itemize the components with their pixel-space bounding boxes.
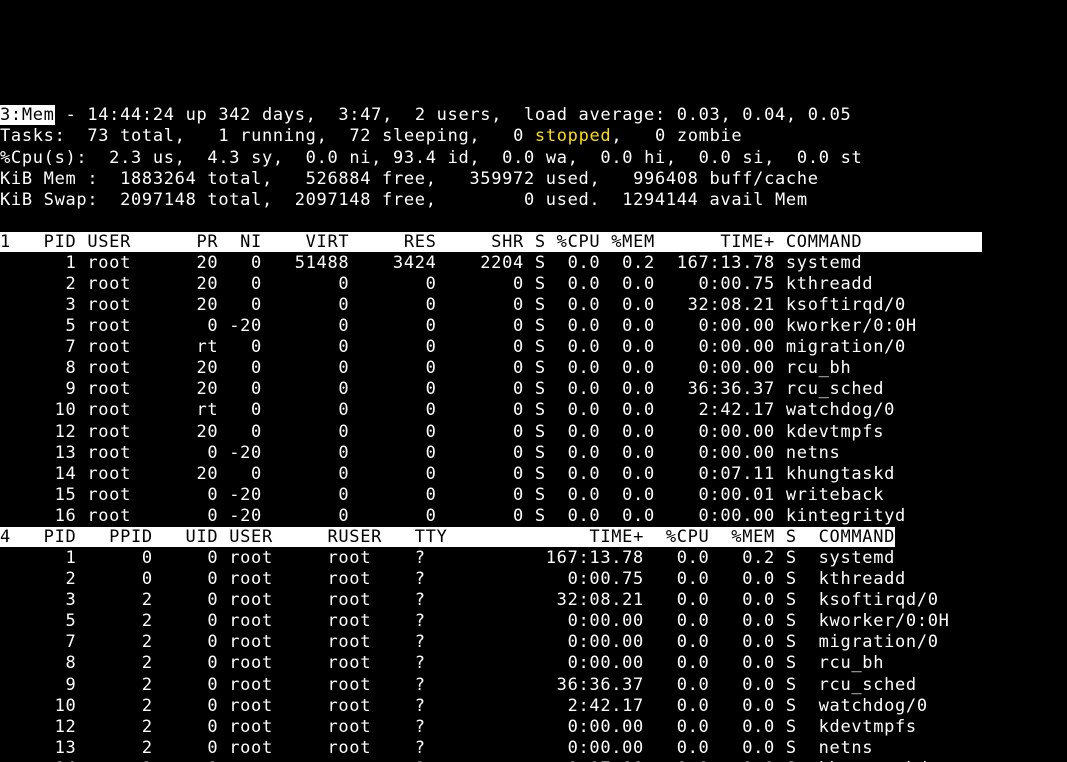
cpu-ni: 0.0	[306, 148, 339, 168]
stopped-label: stopped	[535, 126, 611, 146]
pane4-row[interactable]: 8 2 0 root root ? 0:00.00 0.0 0.0 S rcu_…	[0, 653, 1067, 674]
pane4-row[interactable]: 1 0 0 root root ? 167:13.78 0.0 0.2 S sy…	[0, 548, 1067, 569]
pane1-row[interactable]: 10 root rt 0 0 0 0 S 0.0 0.0 2:42.17 wat…	[0, 400, 1067, 421]
tasks-sleeping: 72	[349, 126, 371, 146]
cpu-st: 0.0	[797, 148, 830, 168]
uptime-days: 342 days, 3:47	[218, 105, 382, 125]
pane1-columns: PID USER PR NI VIRT RES SHR S %CPU %MEM …	[11, 232, 982, 252]
summary-mem-line: KiB Mem : 1883264 total, 526884 free, 35…	[0, 169, 1067, 190]
pane4-row[interactable]: 3 2 0 root root ? 32:08.21 0.0 0.0 S kso…	[0, 590, 1067, 611]
swap-total: 2097148	[120, 190, 196, 210]
summary-uptime-line: 3:Mem - 14:44:24 up 342 days, 3:47, 2 us…	[0, 105, 1067, 126]
cpu-si: 0.0	[699, 148, 732, 168]
pane4-row[interactable]: 9 2 0 root root ? 36:36.37 0.0 0.0 S rcu…	[0, 675, 1067, 696]
uptime-users: 2 users	[415, 105, 491, 125]
pane4-row[interactable]: 2 0 0 root root ? 0:00.75 0.0 0.0 S kthr…	[0, 569, 1067, 590]
mem-total: 1883264	[120, 169, 196, 189]
summary-swap-line: KiB Swap: 2097148 total, 2097148 free, 0…	[0, 190, 1067, 211]
cpu-wa: 0.0	[502, 148, 535, 168]
swap-avail: 1294144	[622, 190, 698, 210]
pane4-row[interactable]: 5 2 0 root root ? 0:00.00 0.0 0.0 S kwor…	[0, 611, 1067, 632]
pane1-row[interactable]: 8 root 20 0 0 0 0 S 0.0 0.0 0:00.00 rcu_…	[0, 358, 1067, 379]
pane1-row[interactable]: 2 root 20 0 0 0 0 S 0.0 0.0 0:00.75 kthr…	[0, 274, 1067, 295]
tasks-running: 1	[218, 126, 229, 146]
pane1-row[interactable]: 13 root 0 -20 0 0 0 S 0.0 0.0 0:00.00 ne…	[0, 443, 1067, 464]
pane4-label: 4	[0, 527, 11, 547]
pane1-row[interactable]: 5 root 0 -20 0 0 0 S 0.0 0.0 0:00.00 kwo…	[0, 316, 1067, 337]
pane1-row[interactable]: 12 root 20 0 0 0 0 S 0.0 0.0 0:00.00 kde…	[0, 422, 1067, 443]
pane1-row[interactable]: 1 root 20 0 51488 3424 2204 S 0.0 0.2 16…	[0, 253, 1067, 274]
summary-tasks-line: Tasks: 73 total, 1 running, 72 sleeping,…	[0, 126, 1067, 147]
pane1-row[interactable]: 15 root 0 -20 0 0 0 S 0.0 0.0 0:00.01 wr…	[0, 485, 1067, 506]
pane3-label: 3:Mem	[0, 105, 55, 125]
cpu-id: 93.4	[393, 148, 437, 168]
cpu-hi: 0.0	[600, 148, 633, 168]
mem-free: 526884	[306, 169, 372, 189]
load-average: 0.03, 0.04, 0.05	[677, 105, 852, 125]
pane1-header[interactable]: 1 PID USER PR NI VIRT RES SHR S %CPU %ME…	[0, 232, 1067, 253]
mem-used: 359972	[469, 169, 535, 189]
pane1-row[interactable]: 14 root 20 0 0 0 0 S 0.0 0.0 0:07.11 khu…	[0, 464, 1067, 485]
uptime-time: 14:44:24	[87, 105, 174, 125]
pane4-row[interactable]: 14 2 0 root root ? 0:07.11 0.0 0.0 S khu…	[0, 759, 1067, 762]
pane1-row[interactable]: 16 root 0 -20 0 0 0 S 0.0 0.0 0:00.00 ki…	[0, 506, 1067, 527]
summary-cpu-line: %Cpu(s): 2.3 us, 4.3 sy, 0.0 ni, 93.4 id…	[0, 148, 1067, 169]
pane4-columns: PID PPID UID USER RUSER TTY TIME+ %CPU %…	[11, 527, 895, 547]
tasks-stopped: 0	[513, 126, 524, 146]
pane4-row[interactable]: 7 2 0 root root ? 0:00.00 0.0 0.0 S migr…	[0, 632, 1067, 653]
mem-buffcache: 996408	[633, 169, 699, 189]
tasks-total: 73	[87, 126, 109, 146]
pane4-row[interactable]: 10 2 0 root root ? 2:42.17 0.0 0.0 S wat…	[0, 696, 1067, 717]
pane1-label: 1	[0, 232, 11, 252]
cpu-sy: 4.3	[207, 148, 240, 168]
terminal-top-output[interactable]: 3:Mem - 14:44:24 up 342 days, 3:47, 2 us…	[0, 105, 1067, 762]
pane1-row[interactable]: 9 root 20 0 0 0 0 S 0.0 0.0 36:36.37 rcu…	[0, 379, 1067, 400]
pane4-row[interactable]: 12 2 0 root root ? 0:00.00 0.0 0.0 S kde…	[0, 717, 1067, 738]
pane1-row[interactable]: 3 root 20 0 0 0 0 S 0.0 0.0 32:08.21 kso…	[0, 295, 1067, 316]
summary-blank	[0, 211, 1067, 232]
tasks-zombie: 0	[655, 126, 666, 146]
swap-free: 2097148	[295, 190, 371, 210]
pane1-row[interactable]: 7 root rt 0 0 0 0 S 0.0 0.0 0:00.00 migr…	[0, 337, 1067, 358]
pane4-header[interactable]: 4 PID PPID UID USER RUSER TTY TIME+ %CPU…	[0, 527, 1067, 548]
cpu-us: 2.3	[109, 148, 142, 168]
swap-used: 0	[524, 190, 535, 210]
